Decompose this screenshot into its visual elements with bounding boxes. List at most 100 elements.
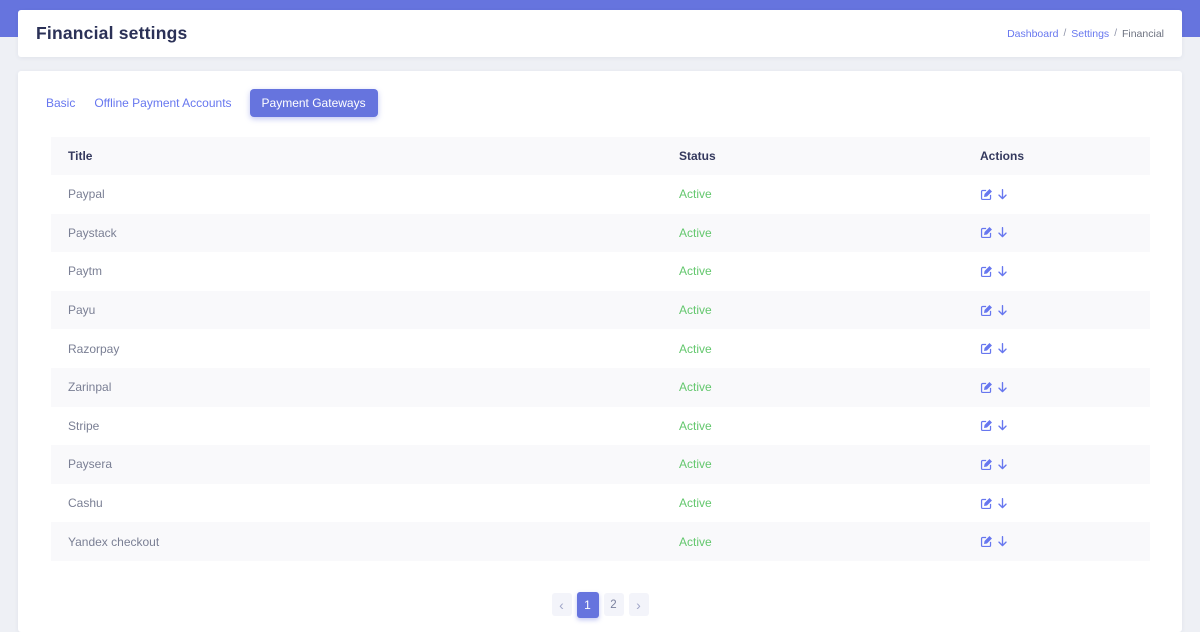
download-icon — [996, 458, 1009, 471]
table-row: Paysera Active — [51, 445, 1150, 484]
tab-basic[interactable]: Basic — [45, 96, 76, 110]
actions-cell — [963, 445, 1150, 484]
table-row: Yandex checkout Active — [51, 522, 1150, 561]
column-header-title: Title — [51, 137, 662, 175]
download-button[interactable] — [996, 381, 1009, 394]
gateway-title: Zarinpal — [68, 380, 112, 395]
gateway-title: Stripe — [68, 418, 100, 433]
column-header-actions: Actions — [963, 137, 1150, 175]
breadcrumb: Dashboard / Settings / Financial — [1007, 28, 1164, 40]
tab-bar: Basic Offline Payment Accounts Payment Gat… — [45, 88, 1182, 117]
status-badge: Active — [679, 187, 712, 202]
download-icon — [996, 304, 1009, 317]
edit-icon — [980, 188, 993, 201]
status-badge: Active — [679, 303, 712, 318]
edit-icon — [980, 535, 993, 548]
column-header-status: Status — [662, 137, 963, 175]
breadcrumb-settings[interactable]: Settings — [1071, 28, 1109, 40]
actions-cell — [963, 291, 1150, 330]
status-cell: Active — [662, 484, 963, 523]
table-row: Razorpay Active — [51, 329, 1150, 368]
edit-button[interactable] — [980, 188, 993, 201]
status-cell: Active — [662, 175, 963, 214]
table-row: Cashu Active — [51, 484, 1150, 523]
download-icon — [996, 535, 1009, 548]
breadcrumb-financial: Financial — [1121, 27, 1164, 40]
status-cell: Active — [662, 291, 963, 330]
table-row: Paystack Active — [51, 213, 1150, 253]
download-button[interactable] — [996, 419, 1009, 432]
download-button[interactable] — [996, 304, 1009, 317]
actions-cell — [963, 522, 1150, 561]
status-cell: Active — [662, 445, 963, 484]
status-badge: Active — [679, 534, 712, 549]
gateway-title: Paysera — [68, 457, 113, 472]
download-button[interactable] — [996, 188, 1009, 201]
edit-button[interactable] — [980, 226, 993, 239]
page-header: Financial settings Dashboard / Settings / Fi… — [18, 10, 1182, 57]
status-badge: Active — [679, 418, 712, 433]
gateway-title: Payu — [68, 303, 96, 318]
status-cell: Active — [662, 522, 963, 561]
table-row: Paytm Active — [51, 252, 1150, 291]
download-button[interactable] — [996, 458, 1009, 471]
edit-button[interactable] — [980, 342, 993, 355]
gateway-title: Paypal — [68, 187, 105, 202]
actions-cell — [963, 484, 1150, 523]
status-badge: Active — [679, 380, 712, 395]
actions-cell — [963, 368, 1150, 407]
payment-gateways-table: Title Status Actions Paypal Active Paystac… — [51, 137, 1150, 561]
pagination-page-1[interactable]: 1 — [576, 591, 599, 618]
download-icon — [996, 226, 1009, 239]
edit-icon — [980, 458, 993, 471]
breadcrumb-separator: / — [1063, 28, 1067, 39]
page-title: Financial settings — [36, 23, 188, 43]
status-badge: Active — [679, 496, 712, 511]
table-header-row: Title Status Actions — [51, 137, 1150, 175]
gateway-title: Yandex checkout — [68, 534, 160, 549]
pagination-next[interactable]: › — [628, 593, 649, 617]
status-cell: Active — [662, 368, 963, 407]
edit-icon — [980, 342, 993, 355]
actions-cell — [963, 214, 1150, 253]
status-badge: Active — [679, 264, 712, 279]
status-cell: Active — [662, 252, 963, 291]
table-row: Stripe Active — [51, 407, 1150, 446]
tab-payment-gateways[interactable]: Payment Gateways — [249, 88, 378, 117]
edit-button[interactable] — [980, 304, 993, 317]
actions-cell — [963, 252, 1150, 291]
breadcrumb-separator: / — [1114, 28, 1117, 39]
table-row: Zarinpal Active — [51, 367, 1150, 407]
pagination: ‹ 1 2 › — [18, 591, 1182, 618]
download-button[interactable] — [996, 535, 1009, 548]
edit-button[interactable] — [980, 458, 993, 471]
download-icon — [996, 381, 1009, 394]
actions-cell — [963, 407, 1150, 446]
edit-button[interactable] — [980, 265, 993, 278]
edit-button[interactable] — [980, 535, 993, 548]
download-button[interactable] — [996, 497, 1009, 510]
tab-offline-payment-accounts[interactable]: Offline Payment Accounts — [93, 96, 232, 110]
download-button[interactable] — [996, 226, 1009, 239]
edit-icon — [980, 304, 993, 317]
download-button[interactable] — [996, 342, 1009, 355]
status-cell: Active — [662, 214, 963, 253]
gateway-title: Cashu — [68, 496, 103, 511]
download-icon — [996, 342, 1009, 355]
table-body: Paypal Active Paystack Active Paytm Active Pay… — [51, 175, 1150, 561]
breadcrumb-dashboard[interactable]: Dashboard — [1007, 28, 1058, 40]
edit-icon — [980, 265, 993, 278]
gateway-title: Paystack — [68, 225, 117, 240]
edit-icon — [980, 381, 993, 394]
edit-button[interactable] — [980, 419, 993, 432]
edit-button[interactable] — [980, 381, 993, 394]
content-card: Basic Offline Payment Accounts Payment Gat… — [18, 71, 1182, 632]
actions-cell — [963, 175, 1150, 214]
pagination-prev[interactable]: ‹ — [551, 593, 572, 617]
status-badge: Active — [679, 225, 712, 240]
download-button[interactable] — [996, 265, 1009, 278]
pagination-page-2[interactable]: 2 — [603, 593, 624, 617]
edit-button[interactable] — [980, 497, 993, 510]
edit-icon — [980, 226, 993, 239]
table-row: Payu Active — [51, 290, 1150, 330]
